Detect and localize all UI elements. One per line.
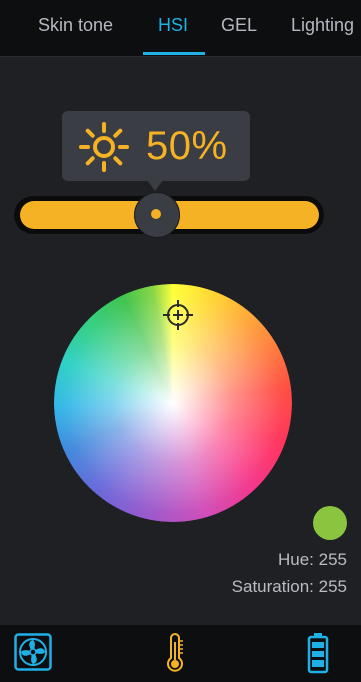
saturation-label: Saturation:: [231, 577, 314, 596]
saturation-readout: Saturation: 255: [232, 577, 347, 597]
hue-value: 255: [318, 550, 347, 569]
sun-icon: [79, 122, 129, 172]
hue-label: Hue:: [277, 550, 314, 569]
tab-skin-tone[interactable]: Skin tone: [38, 15, 113, 36]
tab-gel[interactable]: GEL: [221, 15, 257, 36]
battery-icon[interactable]: [307, 632, 329, 674]
tab-lighting[interactable]: Lighting: [291, 15, 354, 36]
selected-color-swatch: [313, 506, 347, 540]
crosshair-icon[interactable]: [161, 298, 195, 332]
tab-bar: Skin tone HSI GEL Lighting: [0, 0, 361, 57]
fan-icon[interactable]: [14, 633, 52, 671]
brightness-value: 50%: [146, 124, 228, 168]
thermometer-icon[interactable]: [163, 632, 187, 674]
active-tab-indicator: [143, 52, 205, 55]
bottom-bar: [0, 625, 361, 682]
hue-readout: Hue: 255: [278, 550, 347, 570]
tab-hsi[interactable]: HSI: [158, 15, 188, 36]
saturation-value: 255: [318, 577, 347, 596]
tooltip-arrow: [147, 180, 163, 191]
slider-thumb-dot: [151, 209, 161, 219]
